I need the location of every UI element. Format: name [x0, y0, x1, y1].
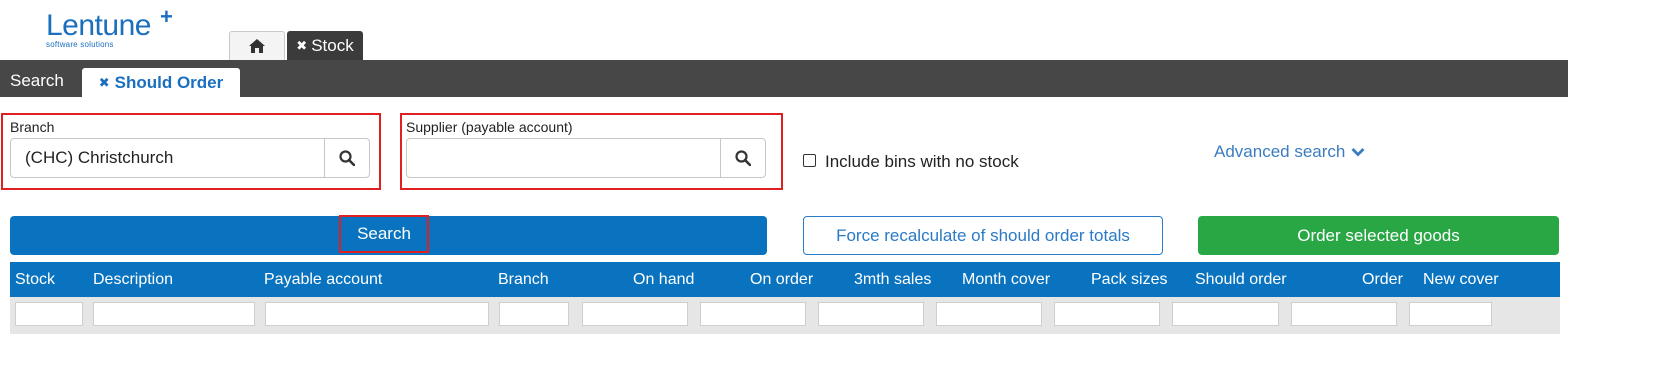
search-icon	[735, 150, 751, 166]
logo-name: Lentune	[46, 9, 151, 42]
branch-field[interactable]: (CHC) Christchurch	[10, 138, 370, 178]
filter-input-on-hand[interactable]	[582, 302, 688, 326]
order-selected-button[interactable]: Order selected goods	[1198, 216, 1559, 255]
column-header[interactable]: Description	[93, 271, 173, 289]
close-icon[interactable]: ✖	[99, 75, 110, 91]
filter-input-description[interactable]	[93, 302, 255, 326]
filter-input-new-cover[interactable]	[1409, 302, 1492, 326]
tab-should-order-label: Should Order	[114, 72, 224, 92]
page: Lentune + software solutions ✖ Stock Sea…	[0, 0, 1658, 371]
column-header[interactable]: Payable account	[264, 271, 382, 289]
column-header[interactable]: On order	[750, 271, 813, 289]
column-header[interactable]: Order	[1362, 271, 1403, 289]
close-icon[interactable]: ✖	[296, 38, 307, 54]
filter-input-order[interactable]	[1291, 302, 1397, 326]
logo-plus: +	[160, 4, 173, 29]
search-icon	[339, 150, 355, 166]
filter-input-on-order[interactable]	[700, 302, 806, 326]
advanced-search-link[interactable]: Advanced search	[1214, 142, 1365, 162]
supplier-input[interactable]	[407, 139, 720, 177]
advanced-search-label: Advanced search	[1214, 142, 1346, 161]
column-header[interactable]: New cover	[1423, 271, 1499, 289]
chevron-down-icon	[1351, 148, 1365, 157]
supplier-label: Supplier (payable account)	[406, 119, 573, 135]
branch-label: Branch	[10, 119, 55, 135]
filter-input-stock[interactable]	[15, 302, 83, 326]
tab-search[interactable]: Search	[10, 71, 64, 91]
column-header[interactable]: Month cover	[962, 271, 1050, 289]
tab-stock-label: Stock	[311, 36, 354, 55]
supplier-field[interactable]	[406, 138, 766, 178]
branch-search-button[interactable]	[324, 139, 369, 177]
column-header[interactable]: Pack sizes	[1091, 271, 1167, 289]
home-icon	[249, 39, 265, 53]
search-button-label[interactable]: Search	[339, 215, 429, 253]
column-header[interactable]: Should order	[1195, 271, 1287, 289]
include-bins-label: Include bins with no stock	[825, 152, 1019, 171]
filter-input-month-cover[interactable]	[936, 302, 1042, 326]
tab-should-order[interactable]: ✖ Should Order	[82, 68, 240, 97]
column-header[interactable]: Branch	[498, 271, 549, 289]
filter-input-pack-sizes[interactable]	[1054, 302, 1160, 326]
force-recalculate-button[interactable]: Force recalculate of should order totals	[803, 216, 1163, 255]
column-header[interactable]: Stock	[15, 271, 55, 289]
column-header[interactable]: 3mth sales	[854, 271, 931, 289]
column-header[interactable]: On hand	[633, 271, 694, 289]
tab-home[interactable]	[229, 31, 285, 60]
lentune-logo: Lentune + software solutions	[46, 4, 173, 49]
branch-input[interactable]: (CHC) Christchurch	[11, 139, 324, 177]
filter-input-3mth-sales[interactable]	[818, 302, 924, 326]
tab-stock[interactable]: ✖ Stock	[287, 31, 363, 60]
filter-input-branch[interactable]	[499, 302, 569, 326]
supplier-search-button[interactable]	[720, 139, 765, 177]
filter-input-should-order[interactable]	[1172, 302, 1279, 326]
filter-input-payable-account[interactable]	[265, 302, 489, 326]
include-bins-checkbox[interactable]	[803, 154, 816, 167]
